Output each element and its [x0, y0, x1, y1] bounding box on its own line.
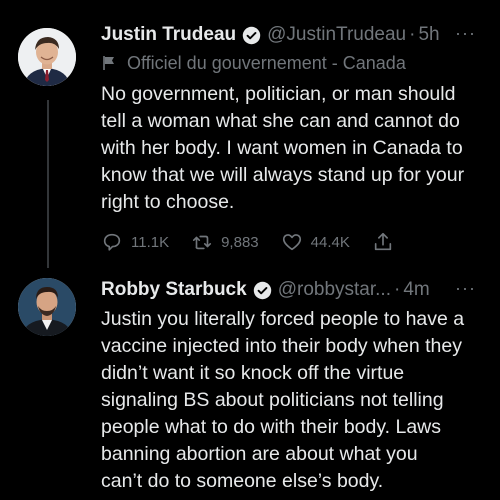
author-name[interactable]: Justin Trudeau: [101, 23, 236, 47]
tweet-timestamp[interactable]: 4m: [403, 278, 429, 302]
share-icon: [374, 232, 392, 251]
author-name[interactable]: Robby Starbuck: [101, 278, 247, 302]
tweet-text: No government, politician, or man should…: [101, 83, 465, 213]
share-button[interactable]: [372, 231, 402, 253]
tweet-1: Justin Trudeau @JustinTrudeau · 5h ··· O…: [101, 23, 476, 254]
reply-button[interactable]: 11.1K: [101, 231, 169, 253]
heart-icon: [282, 234, 301, 251]
thread-connector-line: [47, 100, 49, 268]
government-label-text: Officiel du gouvernement - Canada: [127, 53, 406, 73]
verified-badge-icon: [242, 26, 261, 44]
more-options-icon[interactable]: ···: [455, 23, 476, 43]
tweet-header: Justin Trudeau @JustinTrudeau · 5h: [101, 23, 476, 47]
tweet-header: Robby Starbuck @robbystar... · 4m: [101, 278, 476, 302]
like-button[interactable]: 44.4K: [281, 231, 350, 253]
tweet-text: Justin you literally forced people to ha…: [101, 308, 465, 492]
avatar-justin-trudeau[interactable]: [18, 28, 76, 86]
reply-count: 11.1K: [131, 233, 170, 251]
retweet-icon: [193, 235, 212, 250]
separator-dot: ·: [409, 24, 416, 45]
avatar-photo: [18, 28, 76, 86]
verified-badge-icon: [253, 281, 271, 299]
flag-icon: [103, 56, 114, 70]
tweet-2: Robby Starbuck @robbystar... · 4m ··· Ju…: [101, 278, 476, 495]
separator-dot: ·: [393, 279, 401, 300]
retweet-button[interactable]: 9,883: [191, 231, 259, 253]
avatar-robby-starbuck[interactable]: [18, 278, 76, 336]
government-label[interactable]: Officiel du gouvernement - Canada: [101, 51, 476, 75]
author-handle[interactable]: @robbystar...: [278, 278, 391, 302]
more-options-icon[interactable]: ···: [455, 278, 476, 298]
retweet-count: 9,883: [221, 233, 259, 251]
avatar-photo: [18, 278, 76, 336]
tweet-timestamp[interactable]: 5h: [418, 23, 439, 47]
like-count: 44.4K: [310, 233, 350, 251]
tweet-actions: 11.1K 9,883 44.4K: [101, 230, 476, 254]
author-handle[interactable]: @JustinTrudeau: [267, 23, 406, 47]
reply-icon: [103, 233, 121, 251]
